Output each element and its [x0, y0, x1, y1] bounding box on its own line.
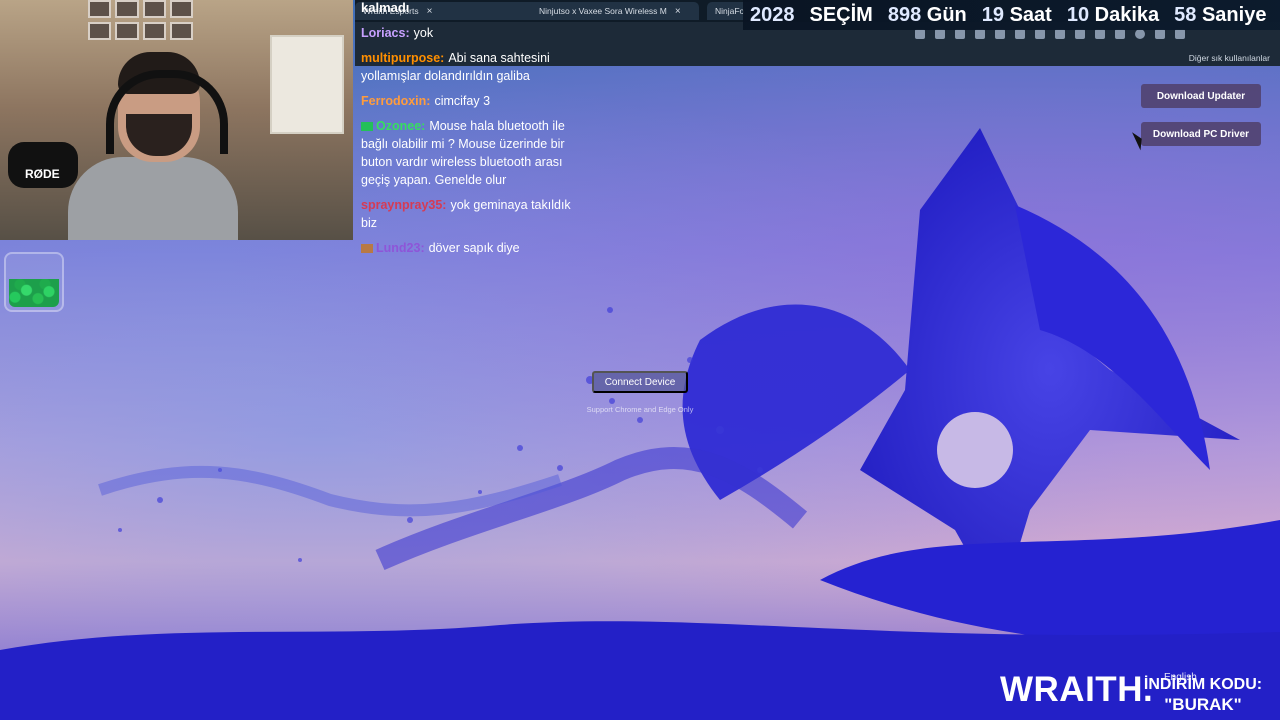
chat-username: Ferrodoxin: — [361, 94, 431, 108]
chat-badge-icon — [361, 122, 373, 132]
screenshot-icon[interactable] — [975, 29, 985, 39]
browser-support-note: Support Chrome and Edge Only — [586, 405, 694, 414]
gem-jar-fill — [9, 279, 59, 307]
chat-message: multipurpose: Abi sana sahtesini yollamış… — [361, 49, 581, 85]
election-countdown: 2028 SEÇİM 898 Gün 19 Saat 10 Dakika 58 … — [743, 0, 1280, 30]
xbox-icon[interactable] — [955, 29, 965, 39]
countdown-days: 898 — [887, 3, 922, 26]
chat-username: Loriacs: — [361, 26, 410, 40]
sync-icon[interactable] — [1035, 29, 1045, 39]
wraith-logo: WRAITH. — [1000, 670, 1154, 709]
browser-toolbar-icons — [915, 29, 1185, 39]
streamer — [68, 52, 238, 240]
close-icon[interactable]: × — [427, 6, 433, 17]
browser-tab[interactable]: Ninjutso x Vaxee Sora Wireless M × — [531, 2, 699, 20]
download-updater-button[interactable]: Download Updater — [1141, 84, 1261, 108]
extension-icon[interactable] — [935, 29, 945, 39]
browser-tab-label: NinjaFo — [715, 6, 745, 16]
chat-top-text: kalmadı — [361, 0, 410, 15]
connect-device-button[interactable]: Connect Device — [592, 371, 688, 393]
countdown-year: 2028 — [750, 3, 795, 26]
chat-badge-icon — [361, 244, 373, 254]
microphone — [8, 142, 78, 188]
chat-username: Lund23: — [376, 241, 425, 255]
chat-message: Lund23: döver sapık diye — [361, 239, 581, 257]
download-pc-driver-button[interactable]: Download PC Driver — [1141, 122, 1261, 146]
discount-code-value: "BURAK" — [1164, 695, 1242, 714]
split-screen-icon[interactable] — [1055, 29, 1065, 39]
countdown-hours-label: Saat — [1009, 3, 1052, 26]
countdown-seconds-label: Saniye — [1201, 3, 1267, 26]
gem-jar-widget — [4, 252, 64, 312]
chat-message: Ozonee: Mouse hala bluetooth ile bağlı ol… — [361, 117, 581, 189]
chat-text: cimcifay 3 — [434, 94, 491, 108]
star-icon[interactable] — [915, 29, 925, 39]
countdown-minutes-label: Dakika — [1094, 3, 1160, 26]
discount-code-label: İNDİRİM KODU: — [1143, 676, 1263, 693]
wall-board — [270, 35, 344, 134]
history-icon[interactable] — [1095, 29, 1105, 39]
chat-message: Ferrodoxin: cimcifay 3 — [361, 92, 581, 110]
chat-message: Loriacs: yok — [361, 24, 581, 42]
countdown-seconds: 58 — [1174, 3, 1197, 26]
close-icon[interactable]: × — [675, 6, 681, 17]
avatar[interactable] — [1135, 29, 1145, 39]
save-icon[interactable] — [1015, 29, 1025, 39]
other-favorites-label[interactable]: Diğer sık kullanılanlar — [1189, 53, 1270, 63]
chat-username: spraynpray35: — [361, 198, 447, 212]
countdown-minutes: 10 — [1066, 3, 1090, 26]
discount-code: İNDİRİM KODU: "BURAK" — [1138, 675, 1268, 715]
chat-username: Ozonee: — [376, 119, 426, 133]
favorites-icon[interactable] — [1075, 29, 1085, 39]
countdown-hours: 19 — [981, 3, 1005, 26]
chat-message: spraynpray35: yok geminaya takıldık biz — [361, 196, 581, 232]
menu-icon[interactable] — [1155, 29, 1165, 39]
microphone-brand-logo: RØDE — [25, 167, 60, 181]
browser-tab-label: Ninjutso x Vaxee Sora Wireless M — [539, 6, 667, 16]
chat-username: multipurpose: — [361, 51, 445, 65]
chat-text: döver sapık diye — [428, 241, 520, 255]
chat-text: yok — [413, 26, 434, 40]
countdown-days-label: Gün — [926, 3, 967, 26]
copilot-icon[interactable] — [1175, 29, 1185, 39]
webcam-feed: RØDE — [0, 0, 353, 240]
collections-icon[interactable] — [1115, 29, 1125, 39]
nvidia-icon[interactable] — [995, 29, 1005, 39]
countdown-title: SEÇİM — [809, 3, 873, 26]
chat-feed: Loriacs: yok multipurpose: Abi sana sahtes… — [361, 24, 581, 264]
wall-frames — [88, 0, 193, 40]
